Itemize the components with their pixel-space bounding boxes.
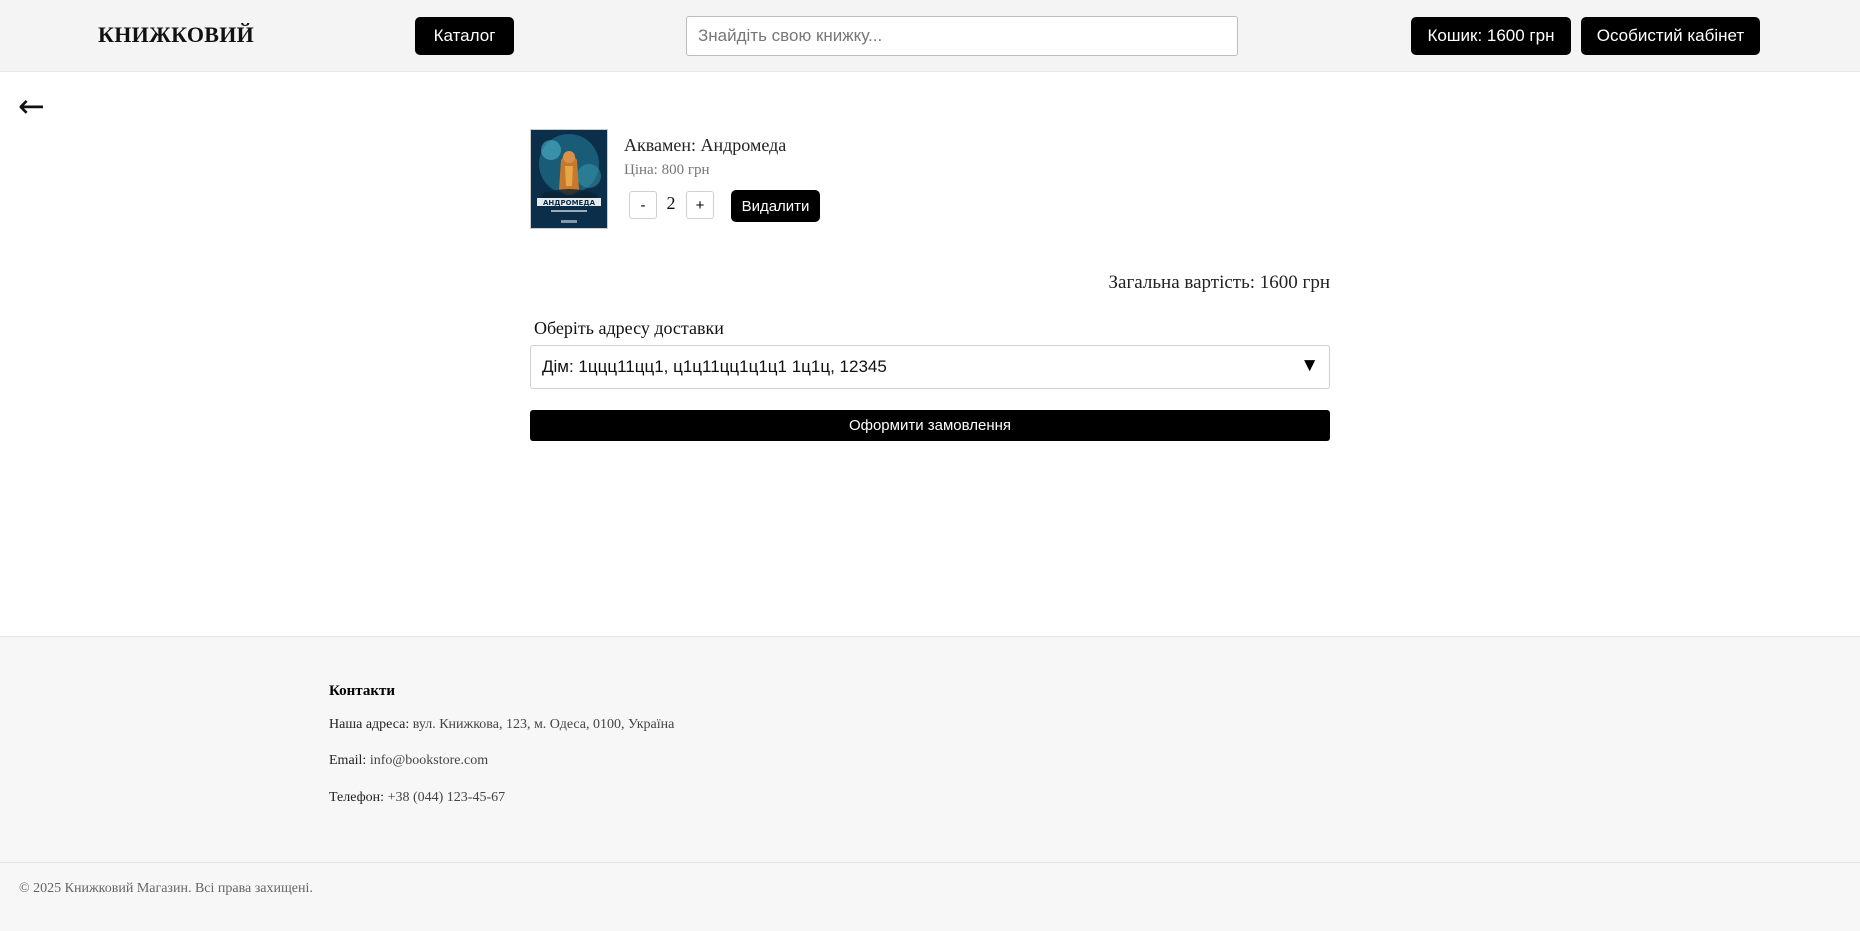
delivery-address-select[interactable]: Дім: 1ццц11цц1, ц1ц11цц1ц1ц1 1ц1ц, 12345… xyxy=(530,345,1330,389)
site-header: КНИЖКОВИЙ Каталог Кошик: 1600 грн Особис… xyxy=(0,0,1860,72)
catalog-button[interactable]: Каталог xyxy=(415,17,514,55)
cover-title-text: АНДРОМЕДА xyxy=(543,199,596,207)
search-input[interactable] xyxy=(686,16,1238,56)
item-quantity: 2 xyxy=(666,193,676,213)
site-logo[interactable]: КНИЖКОВИЙ xyxy=(98,22,254,48)
footer-phone-label: Телефон: xyxy=(329,790,385,805)
footer-address-value: вул. Книжкова, 123, м. Одеса, 0100, Укра… xyxy=(412,717,675,732)
footer-phone-value[interactable]: +38 (044) 123-45-67 xyxy=(388,790,506,805)
footer-email-label: Email: xyxy=(329,753,367,768)
footer-divider xyxy=(0,862,1860,863)
item-price: Ціна: 800 грн xyxy=(624,162,710,178)
place-order-button[interactable]: Оформити замовлення xyxy=(530,410,1330,441)
cart-total: Загальна вартість: 1600 грн xyxy=(1108,272,1330,293)
caret-down-icon: ▼ xyxy=(1300,355,1319,376)
account-button[interactable]: Особистий кабінет xyxy=(1581,17,1760,55)
selected-address: Дім: 1ццц11цц1, ц1ц11цц1ц1ц1 1ц1ц, 12345 xyxy=(542,357,887,376)
cart-button[interactable]: Кошик: 1600 грн xyxy=(1411,17,1571,55)
book-cover-image: АНДРОМЕДА xyxy=(530,129,608,229)
footer-address-label: Наша адреса: xyxy=(329,717,410,732)
copyright-text: © 2025 Книжковий Магазин. Всі права захи… xyxy=(19,881,313,896)
delivery-address-label: Оберіть адресу доставки xyxy=(534,318,724,338)
decrease-quantity-button[interactable]: - xyxy=(629,191,657,219)
footer-phone: Телефон: +38 (044) 123-45-67 xyxy=(329,790,505,806)
footer-address: Наша адреса: вул. Книжкова, 123, м. Одес… xyxy=(329,717,674,733)
site-footer: Контакти Наша адреса: вул. Книжкова, 123… xyxy=(0,636,1860,931)
footer-email-value[interactable]: info@bookstore.com xyxy=(370,753,488,768)
increase-quantity-button[interactable]: + xyxy=(686,191,714,219)
item-title[interactable]: Аквамен: Андромеда xyxy=(624,135,786,156)
remove-item-button[interactable]: Видалити xyxy=(731,190,820,222)
back-arrow-icon[interactable]: ← xyxy=(18,86,45,126)
contacts-heading: Контакти xyxy=(329,683,395,699)
book-cover-art: АНДРОМЕДА xyxy=(531,130,607,228)
footer-email: Email: info@bookstore.com xyxy=(329,753,488,769)
